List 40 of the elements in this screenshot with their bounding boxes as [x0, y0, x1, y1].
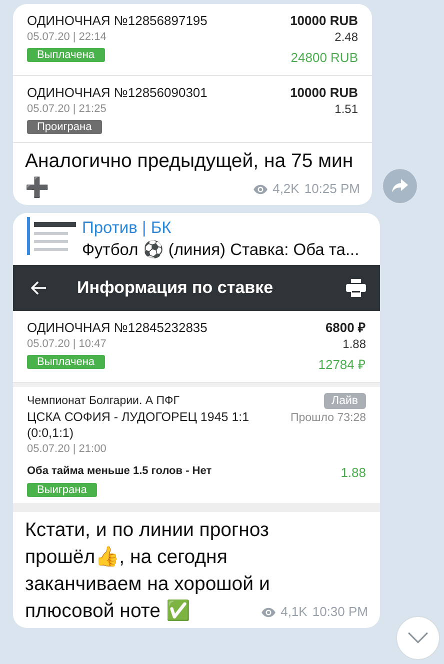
status-badge: Выиграна	[27, 483, 97, 497]
chevron-down-icon	[407, 632, 429, 644]
back-arrow-icon[interactable]	[31, 281, 47, 295]
share-arrow-icon	[392, 179, 408, 193]
bet-title: ОДИНОЧНАЯ №12856897195	[27, 13, 208, 29]
message-text: Кстати, и по линии прогноз прошёл👍, на сегодня заканчиваем на хорошой и плюсовой ноте ✅ 4,1K 10:30 PM	[24, 518, 369, 624]
status-badge: Выплачена	[27, 48, 105, 62]
league-name: Чемпионат Болгарии. А ПФГ	[27, 394, 180, 409]
match-date: 05.07.20 | 21:00	[27, 442, 106, 457]
elapsed-time: Прошло 73:28	[290, 412, 366, 424]
bet-date: 05.07.20 | 22:14	[27, 30, 106, 45]
status-badge: Проиграна	[27, 120, 102, 134]
bet-stake: 10000 RUB	[290, 85, 358, 101]
message-time: 10:25 PM	[304, 182, 360, 196]
eye-icon	[260, 606, 276, 618]
reply-author[interactable]: Против | БК	[82, 217, 360, 239]
view-count: 4,2K	[272, 182, 300, 196]
reply-preview[interactable]: Футбол ⚽ (линия) Ставка: Оба та...	[82, 239, 360, 261]
market-odds: 1.88	[340, 465, 366, 480]
bet-stake: 6800 ₽	[325, 320, 366, 336]
printer-icon[interactable]	[346, 279, 366, 297]
bet-title: ОДИНОЧНАЯ №12856090301	[27, 85, 208, 101]
bet-title: ОДИНОЧНАЯ №12845232835	[27, 320, 208, 336]
bet-odds: 2.48	[334, 29, 358, 46]
bet-payout: 12784 ₽	[318, 356, 366, 374]
status-badge: Выплачена	[27, 355, 105, 369]
bet-odds: 1.88	[342, 336, 366, 353]
bet-odds: 1.51	[334, 101, 358, 118]
live-badge: Лайв	[324, 393, 366, 409]
message-text: Аналогично предыдущей, на 75 мин ➕ 4,2K 10:25 PM	[24, 149, 361, 201]
app-title: Информация по ставке	[77, 278, 274, 298]
bet-date: 05.07.20 | 10:47	[27, 337, 106, 352]
bet-date: 05.07.20 | 21:25	[27, 102, 106, 117]
bet-payout: 24800 RUB	[290, 49, 358, 67]
eye-icon	[252, 184, 268, 194]
message-time: 10:30 PM	[312, 605, 368, 619]
view-count: 4,1K	[280, 605, 308, 619]
bet-stake: 10000 RUB	[290, 13, 358, 29]
match-name: ЦСКА СОФИЯ - ЛУДОГОРЕЦ 1945 1:1 (0:0,1:1)	[27, 409, 250, 441]
market-name: Оба тайма меньше 1.5 голов - Нет	[27, 465, 212, 479]
